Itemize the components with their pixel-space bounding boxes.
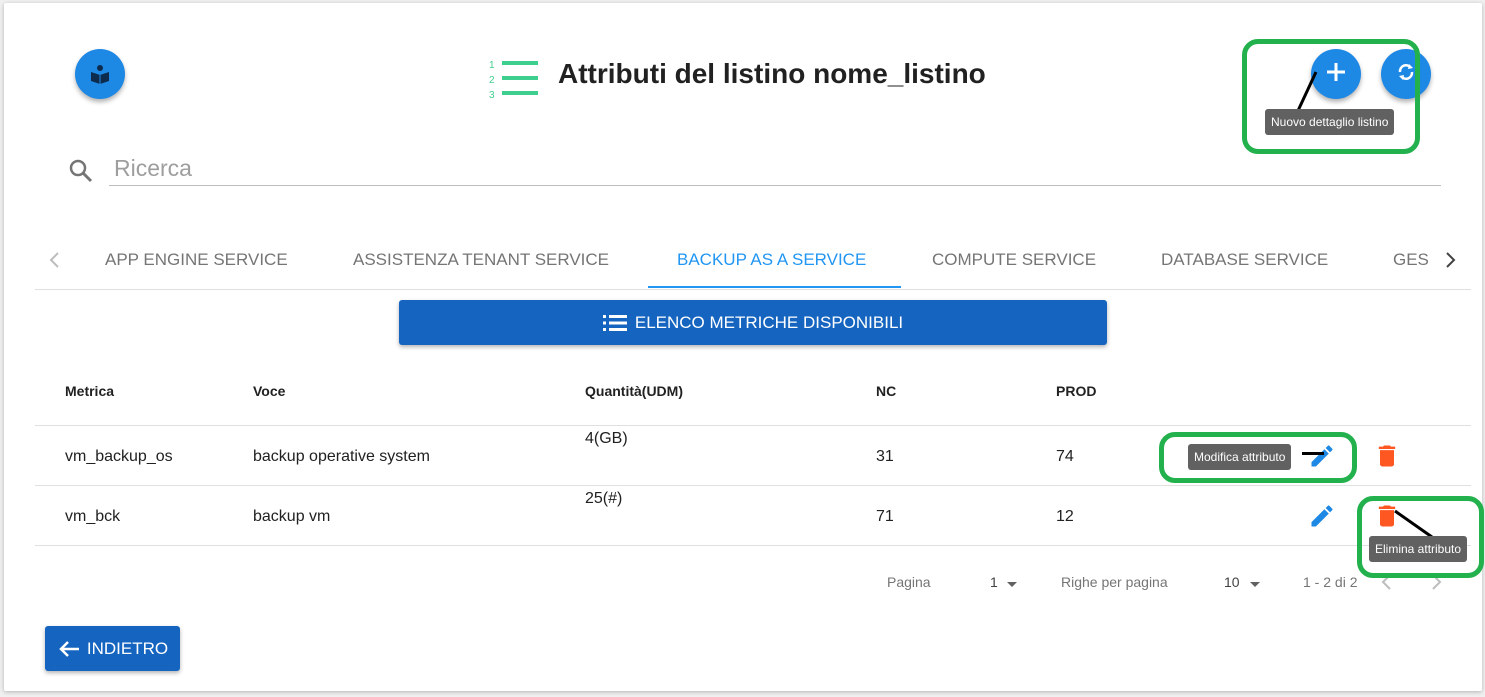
pagination-range: 1 - 2 di 2 [1303,574,1358,590]
chevron-right-icon[interactable] [1441,250,1459,275]
cell-quantita: 4(GB) [585,430,628,447]
tab-app-engine-service[interactable]: APP ENGINE SERVICE [105,250,288,270]
tabs-divider [35,289,1471,290]
caret-down-icon [1006,577,1018,595]
tab-compute-service[interactable]: COMPUTE SERVICE [932,250,1096,270]
tab-backup-as-a-service[interactable]: BACKUP AS A SERVICE [677,250,866,270]
search-underline [109,185,1441,186]
cell-prod: 12 [1056,508,1074,525]
delete-tooltip: Elimina attributo [1369,536,1468,562]
search-icon [68,158,94,189]
list-icon [602,313,627,333]
delete-button[interactable] [1373,442,1401,475]
book-reader-icon[interactable] [75,49,125,99]
caret-down-icon [1249,577,1261,595]
add-tooltip: Nuovo dettaglio listino [1265,109,1395,135]
row-divider [35,485,1471,486]
chevron-left-icon[interactable] [46,250,64,275]
rows-per-page-label: Righe per pagina [1061,574,1168,590]
column-header-metrica: Metrica [65,383,115,399]
page-label: Pagina [887,574,931,590]
cell-metrica: vm_bck [65,508,121,525]
active-tab-indicator [648,286,901,288]
page-title: Attributi del listino nome_listino [558,58,986,89]
edit-tooltip: Modifica attributo [1188,444,1292,470]
row-divider [35,545,1471,546]
highlight-box-header [1242,39,1420,154]
cell-quantita: 25(#) [585,490,623,507]
search-input[interactable]: Ricerca [114,155,192,182]
tab-truncated[interactable]: GES [1393,250,1431,270]
column-header-voce: Voce [253,383,286,399]
annotation-line [1302,452,1324,455]
column-header-nc: NC [876,383,897,399]
rows-per-page-select[interactable]: 10 [1224,574,1240,590]
cell-voce: backup vm [253,508,331,525]
svg-text:1: 1 [489,60,495,71]
svg-text:3: 3 [489,90,495,100]
cell-metrica: vm_backup_os [65,448,173,465]
table-header-divider [35,425,1471,426]
column-header-quantita: Quantità(UDM) [585,383,683,399]
cell-nc: 71 [876,508,894,525]
cell-nc: 31 [876,448,894,465]
back-button-label: INDIETRO [86,638,169,658]
tab-database-service[interactable]: DATABASE SERVICE [1161,250,1328,270]
tab-assistenza-tenant-service[interactable]: ASSISTENZA TENANT SERVICE [353,250,609,270]
metrics-button-label: ELENCO METRICHE DISPONIBILI [634,312,904,332]
back-button[interactable]: INDIETRO [45,626,180,671]
metrics-list-button[interactable]: ELENCO METRICHE DISPONIBILI [399,300,1107,345]
page-select[interactable]: 1 [990,574,998,590]
numbered-list-icon: 1 2 3 [488,58,540,105]
column-header-prod: PROD [1056,383,1097,399]
svg-text:2: 2 [489,75,495,86]
edit-button[interactable] [1308,502,1336,535]
cell-voce: backup operative system [253,448,430,465]
arrow-left-icon [57,639,81,659]
cell-prod: 74 [1056,448,1074,465]
